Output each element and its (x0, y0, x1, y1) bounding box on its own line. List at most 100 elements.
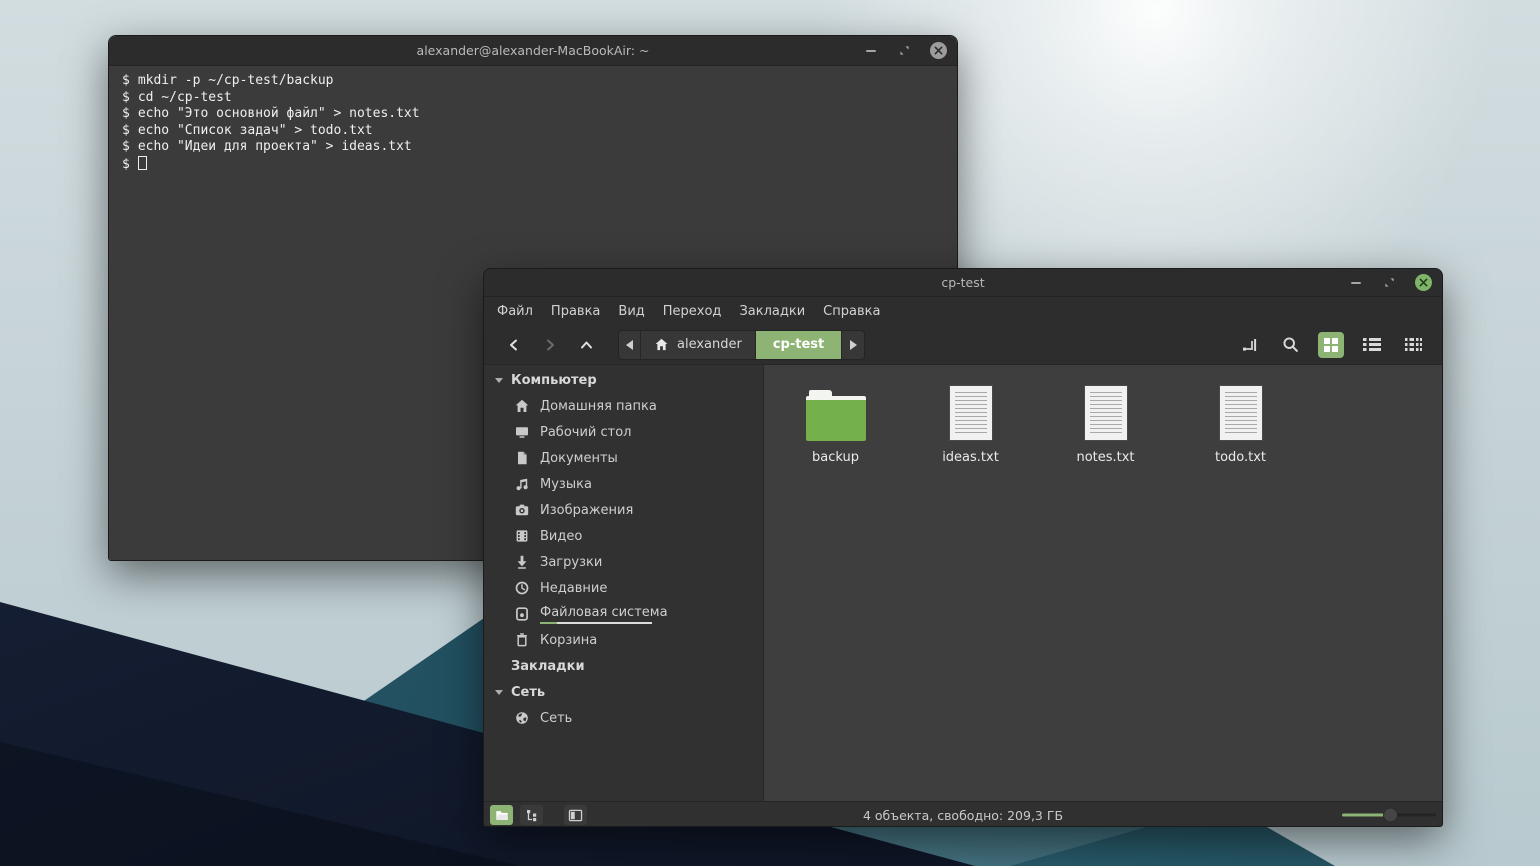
drive-icon (514, 606, 530, 622)
path-home-button[interactable]: alexander (641, 331, 756, 359)
menu-file[interactable]: Файл (488, 300, 542, 323)
restore-button[interactable] (896, 42, 913, 59)
sidebar-item-downloads[interactable]: Загрузки (484, 549, 763, 575)
file-manager-titlebar[interactable]: cp-test (484, 269, 1442, 297)
restore-icon (1384, 277, 1395, 288)
zoom-slider[interactable] (1342, 814, 1436, 817)
text-file-icon (1219, 385, 1263, 441)
toggle-sidebar-button[interactable] (564, 805, 587, 825)
terminal-command: echo "Это основной файл" > notes.txt (138, 106, 420, 121)
menu-edit[interactable]: Правка (542, 300, 609, 323)
trash-icon (514, 632, 530, 648)
sidebar-item-filesystem[interactable]: Файловая система (484, 601, 763, 627)
tree-view-icon (525, 809, 539, 822)
expander-icon (494, 687, 504, 697)
menu-help[interactable]: Справка (814, 300, 889, 323)
menu-view[interactable]: Вид (609, 300, 653, 323)
clock-icon (514, 580, 530, 596)
file-item-notes[interactable]: notes.txt (1038, 379, 1173, 465)
expander-icon (494, 375, 504, 385)
triangle-right-icon (850, 340, 857, 350)
sidebar-item-documents[interactable]: Документы (484, 445, 763, 471)
terminal-line: $echo "Список задач" > todo.txt (122, 123, 944, 140)
location-entry-icon (1241, 337, 1258, 353)
up-button[interactable] (568, 330, 604, 360)
path-current-button[interactable]: cp-test (756, 331, 842, 359)
desktop-wallpaper: alexander@alexander-MacBookAir: ~ $mkdir… (0, 0, 1540, 866)
chevron-up-icon (578, 337, 595, 353)
sidebar-item-desktop[interactable]: Рабочий стол (484, 419, 763, 445)
grid-view-icon (1324, 338, 1338, 352)
list-view-icon (1363, 338, 1381, 351)
minimize-button[interactable] (862, 42, 879, 59)
close-button[interactable] (930, 42, 947, 59)
terminal-line: $echo "Это основной файл" > notes.txt (122, 106, 944, 123)
film-icon (514, 528, 530, 544)
sidebar-item-recent[interactable]: Недавние (484, 575, 763, 601)
terminal-command: cd ~/cp-test (138, 90, 232, 105)
file-item-ideas[interactable]: ideas.txt (903, 379, 1038, 465)
text-file-icon (949, 385, 993, 441)
terminal-command: echo "Список задач" > todo.txt (138, 123, 373, 138)
show-treeview-button[interactable] (520, 805, 543, 825)
menu-go[interactable]: Переход (654, 300, 731, 323)
file-name: backup (812, 450, 859, 465)
path-scroll-left-button[interactable] (619, 331, 641, 359)
globe-icon (514, 710, 530, 726)
sidebar-section-computer[interactable]: Компьютер (484, 367, 763, 393)
toggle-location-entry-button[interactable] (1236, 332, 1262, 358)
file-name: ideas.txt (942, 450, 999, 465)
menu-bookmarks[interactable]: Закладки (730, 300, 814, 323)
disk-usage-fill (540, 622, 557, 624)
forward-button[interactable] (532, 330, 568, 360)
disk-usage-bar (540, 622, 652, 624)
status-summary: 4 объекта, свободно: 209,3 ГБ (863, 808, 1063, 823)
desktop-icon (514, 424, 530, 440)
terminal-line: $mkdir -p ~/cp-test/backup (122, 73, 944, 90)
sidebar-item-trash[interactable]: Корзина (484, 627, 763, 653)
sidebar-item-pictures[interactable]: Изображения (484, 497, 763, 523)
download-arrow-icon (514, 554, 530, 570)
home-icon (514, 398, 530, 414)
triangle-left-icon (626, 340, 633, 350)
music-icon (514, 476, 530, 492)
sidebar-item-video[interactable]: Видео (484, 523, 763, 549)
terminal-titlebar[interactable]: alexander@alexander-MacBookAir: ~ (109, 36, 957, 66)
statusbar: 4 объекта, свободно: 209,3 ГБ (484, 801, 1442, 827)
terminal-line: $cd ~/cp-test (122, 90, 944, 107)
terminal-command: mkdir -p ~/cp-test/backup (138, 73, 334, 88)
home-icon (654, 337, 669, 352)
sidebar-item-home[interactable]: Домашняя папка (484, 393, 763, 419)
restore-button[interactable] (1381, 274, 1398, 291)
folder-icon (806, 396, 866, 441)
sidebar-section-bookmarks[interactable]: Закладки (484, 653, 763, 679)
sidebar-section-network[interactable]: Сеть (484, 679, 763, 705)
close-button[interactable] (1415, 274, 1432, 291)
file-name: todo.txt (1215, 450, 1266, 465)
file-manager-window[interactable]: cp-test Файл Правка Вид Переход (483, 268, 1443, 827)
file-manager-title: cp-test (484, 275, 1442, 290)
icon-view-button[interactable] (1318, 332, 1344, 358)
path-scroll-right-button[interactable] (842, 331, 864, 359)
search-button[interactable] (1277, 332, 1303, 358)
show-places-button[interactable] (490, 805, 513, 825)
search-icon (1282, 336, 1299, 353)
file-name: notes.txt (1076, 450, 1134, 465)
terminal-prompt-line: $ (122, 156, 944, 174)
terminal-title: alexander@alexander-MacBookAir: ~ (109, 43, 957, 58)
minimize-button[interactable] (1347, 274, 1364, 291)
back-button[interactable] (496, 330, 532, 360)
sidebar-item-network[interactable]: Сеть (484, 705, 763, 731)
sidebar: Компьютер Домашняя папка Рабочий стол (484, 365, 764, 801)
chevron-left-icon (506, 337, 522, 353)
terminal-cursor[interactable] (138, 156, 147, 170)
file-view[interactable]: backup ideas.txt notes.txt todo.txt (764, 365, 1442, 801)
text-file-icon (1084, 385, 1128, 441)
file-item-todo[interactable]: todo.txt (1173, 379, 1308, 465)
sidebar-item-music[interactable]: Музыка (484, 471, 763, 497)
list-view-button[interactable] (1359, 332, 1385, 358)
zoom-slider-handle[interactable] (1383, 808, 1398, 823)
file-item-backup[interactable]: backup (768, 379, 903, 465)
close-icon (934, 46, 943, 55)
compact-view-button[interactable] (1400, 332, 1426, 358)
